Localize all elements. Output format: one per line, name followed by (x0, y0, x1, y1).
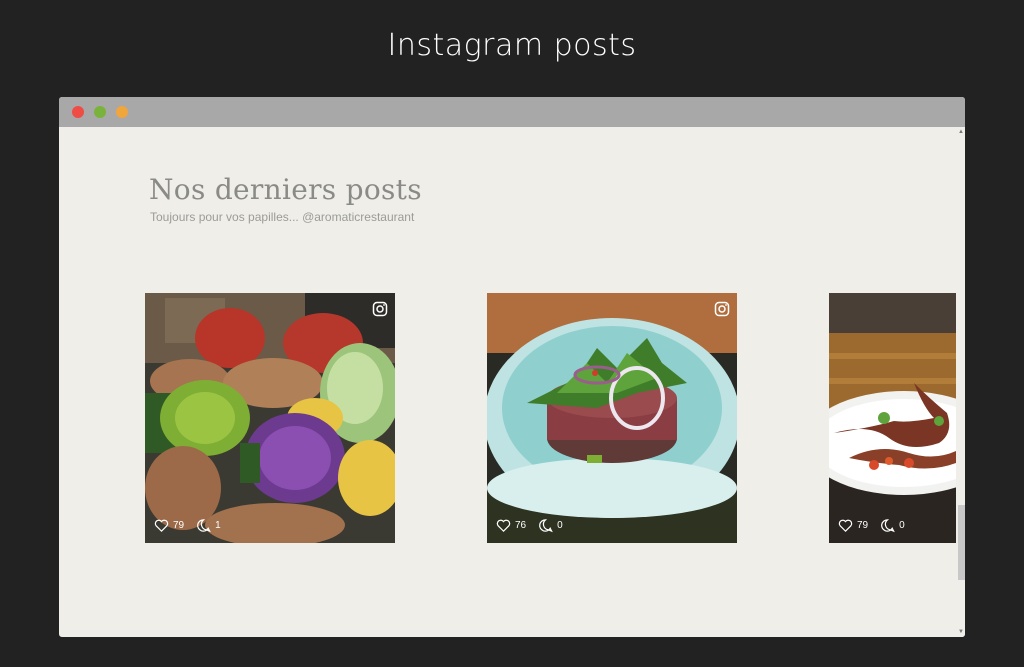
post-stats: 79 0 (838, 518, 917, 533)
section-heading: Nos derniers posts (149, 173, 422, 206)
comment-icon[interactable] (196, 518, 211, 533)
comments-count: 1 (215, 520, 221, 531)
post-stats: 76 0 (496, 518, 575, 533)
post-image-vegetables (145, 293, 395, 543)
vertical-scrollbar[interactable]: ▲ ▼ (958, 127, 965, 637)
instagram-icon (714, 301, 730, 317)
comment-icon[interactable] (880, 518, 895, 533)
heart-icon[interactable] (496, 518, 511, 533)
minimize-window-button[interactable] (94, 106, 106, 118)
likes-count: 79 (173, 520, 185, 531)
likes-count: 76 (515, 520, 527, 531)
instagram-icon (372, 301, 388, 317)
heart-icon[interactable] (154, 518, 169, 533)
section-subheading: Toujours pour vos papilles... @aromaticr… (150, 210, 415, 224)
instagram-post-3[interactable]: 79 0 (829, 293, 956, 543)
scroll-down-arrow-icon[interactable]: ▼ (958, 629, 964, 635)
instagram-post-1[interactable]: 79 1 (145, 293, 395, 543)
post-image-tartare (487, 293, 737, 543)
instagram-post-2[interactable]: 76 0 (487, 293, 737, 543)
comments-count: 0 (557, 520, 563, 531)
window-titlebar (59, 97, 965, 127)
comment-icon[interactable] (538, 518, 553, 533)
heart-icon[interactable] (838, 518, 853, 533)
page-title: Instagram posts (387, 28, 637, 63)
comments-count: 0 (899, 520, 905, 531)
likes-count: 79 (857, 520, 869, 531)
page-content: Nos derniers posts Toujours pour vos pap… (59, 127, 965, 637)
post-image-octopus (829, 293, 956, 543)
zoom-window-button[interactable] (116, 106, 128, 118)
scroll-up-arrow-icon[interactable]: ▲ (958, 129, 964, 135)
post-stats: 79 1 (154, 518, 233, 533)
browser-window: Nos derniers posts Toujours pour vos pap… (59, 97, 965, 637)
close-window-button[interactable] (72, 106, 84, 118)
scrollbar-thumb[interactable] (958, 505, 965, 580)
